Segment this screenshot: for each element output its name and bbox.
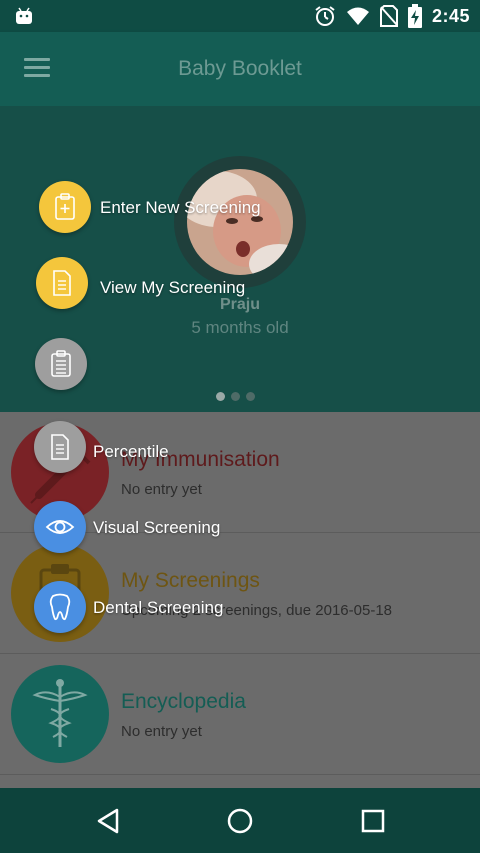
clipboard-list-icon	[51, 350, 71, 377]
recents-icon[interactable]	[358, 806, 388, 836]
android-icon	[16, 7, 32, 24]
visual-screening-button[interactable]	[34, 501, 86, 553]
list-item-subtitle: No entry yet	[121, 723, 202, 740]
back-icon[interactable]	[93, 806, 123, 836]
page-indicator	[216, 392, 255, 401]
fab-label[interactable]: Enter New Screening	[100, 198, 261, 218]
baby-photo-icon	[187, 169, 293, 275]
fab-label[interactable]: Visual Screening	[93, 518, 220, 538]
fab-label[interactable]: Dental Screening	[93, 598, 223, 618]
system-nav-bar	[0, 788, 480, 853]
list-item-title: My Screenings	[121, 569, 260, 592]
percentile-button[interactable]	[34, 421, 86, 473]
baby-age: 5 months old	[191, 318, 289, 337]
clock: 2:45	[431, 5, 470, 26]
page-dot[interactable]	[231, 392, 240, 401]
list-item-encyclopedia[interactable]: Encyclopedia No entry yet	[0, 654, 480, 775]
list-item-title: Encyclopedia	[121, 690, 246, 713]
add-clipboard-icon	[55, 193, 75, 220]
clipboard-list-button[interactable]	[35, 338, 87, 390]
page-dot[interactable]	[216, 392, 225, 401]
view-my-screening-button[interactable]	[36, 257, 88, 309]
enter-new-screening-button[interactable]	[39, 181, 91, 233]
page-dot[interactable]	[246, 392, 255, 401]
fab-label[interactable]: Percentile	[93, 442, 169, 462]
eye-icon	[45, 520, 75, 534]
no-sim-icon	[379, 5, 398, 27]
alarm-icon	[315, 6, 335, 26]
dental-screening-button[interactable]	[34, 581, 86, 633]
caduceus-icon	[11, 665, 109, 763]
avatar[interactable]	[187, 169, 293, 275]
list-item-subtitle: No entry yet	[121, 481, 202, 498]
status-bar: 2:45	[0, 0, 480, 32]
home-icon[interactable]	[225, 806, 255, 836]
tooth-icon	[49, 593, 71, 621]
app-title: Baby Booklet	[178, 57, 302, 80]
document-icon	[53, 270, 71, 296]
fab-label[interactable]: View My Screening	[100, 278, 245, 298]
wifi-icon	[346, 7, 369, 25]
battery-charging-icon	[407, 4, 422, 28]
document-icon	[51, 434, 69, 460]
app-bar: Baby Booklet	[0, 32, 480, 106]
